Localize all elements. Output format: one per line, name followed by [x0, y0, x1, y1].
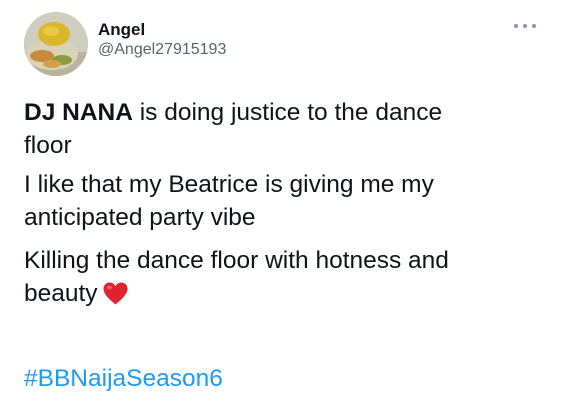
avatar[interactable] [24, 12, 88, 76]
bold-mention: DJ NANA [24, 99, 133, 126]
hashtag-link[interactable]: #BBNaijaSeason6 [24, 365, 223, 393]
more-options-icon[interactable] [511, 16, 539, 36]
tweet-text: DJ NANA is doing justice to the dance fl… [24, 96, 544, 316]
tweet-paragraph-3: Killing the dance floor with hotness and… [24, 244, 544, 310]
user-handle[interactable]: @Angel27915193 [98, 41, 226, 59]
tweet-line: anticipated party vibe [24, 204, 256, 231]
tweet-line: floor [24, 132, 72, 159]
tweet-line: DJ NANA is doing justice to the dance [24, 96, 544, 129]
tweet-line: beauty [24, 277, 544, 310]
display-name[interactable]: Angel [98, 20, 145, 40]
heart-icon [102, 281, 129, 306]
tweet-card: Angel @Angel27915193 DJ NANA is doing ju… [0, 0, 563, 420]
tweet-text-segment: beauty [24, 280, 98, 307]
tweet-line: Killing the dance floor with hotness and [24, 247, 449, 274]
tweet-text-segment: is doing justice to the dance [132, 99, 443, 126]
tweet-paragraph-1: DJ NANA is doing justice to the dance fl… [24, 96, 544, 162]
tweet-paragraph-2: I like that my Beatrice is giving me my … [24, 168, 544, 234]
tweet-line: I like that my Beatrice is giving me my [24, 171, 434, 198]
